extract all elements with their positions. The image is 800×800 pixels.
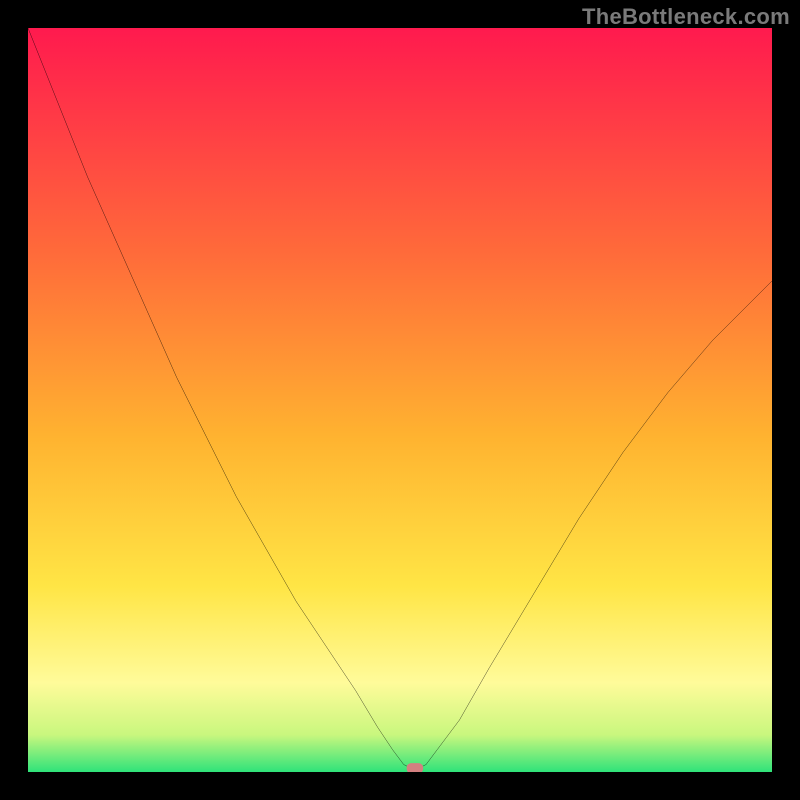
min-point-marker: [407, 763, 423, 772]
chart-svg: [28, 28, 772, 772]
chart-frame: TheBottleneck.com: [0, 0, 800, 800]
watermark-text: TheBottleneck.com: [582, 4, 790, 30]
gradient-background: [28, 28, 772, 772]
bottleneck-chart: [28, 28, 772, 772]
